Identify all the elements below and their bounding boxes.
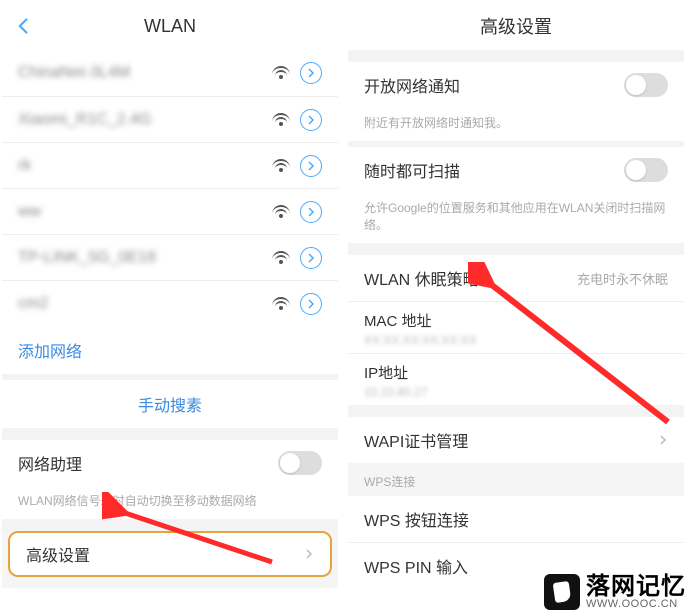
wapi-cert-row[interactable]: WAPI证书管理 [348,417,684,463]
scan-always-title: 随时都可扫描 [364,158,624,182]
wifi-name: TP-LINK_5G_0E18 [18,249,272,267]
watermark-icon [544,574,580,610]
wifi-name: Xiaomi_R1C_2.4G [18,111,272,129]
open-network-title: 开放网络通知 [364,73,624,97]
scan-always-row[interactable]: 随时都可扫描 [348,147,684,193]
wlan-sleep-value: 充电时永不休眠 [577,269,668,288]
wifi-network-0[interactable]: ChinaNet-3L4M [2,50,338,96]
wifi-detail-icon[interactable] [300,293,322,315]
advanced-settings-row[interactable]: 高级设置 [8,531,332,577]
wifi-network-1[interactable]: Xiaomi_R1C_2.4G [2,96,338,142]
wifi-name: ww [18,203,272,221]
open-network-notify-row[interactable]: 开放网络通知 [348,62,684,108]
wifi-network-2[interactable]: rk [2,142,338,188]
advanced-settings-screen: 高级设置 开放网络通知 附近有开放网络时通知我。 随时都可扫描 允许Google… [348,2,684,588]
wifi-detail-icon[interactable] [300,247,322,269]
wifi-network-3[interactable]: ww [2,188,338,234]
page-title-right: 高级设置 [480,13,552,39]
watermark-url: WWW.OOOC.CN [586,599,678,610]
network-assistant-toggle[interactable] [278,451,322,475]
wifi-detail-icon[interactable] [300,201,322,223]
open-network-desc: 附近有开放网络时通知我。 [348,108,684,141]
wps-button-row[interactable]: WPS 按钮连接 [348,496,684,542]
wps-button-label: WPS 按钮连接 [364,507,668,531]
add-network-link[interactable]: 添加网络 [2,326,338,374]
header-left: WLAN [2,2,338,50]
ip-address-title: IP地址 [364,362,408,383]
wapi-label: WAPI证书管理 [364,428,658,452]
wlan-sleep-title: WLAN 休眠策略 [364,266,577,290]
network-assistant-desc: WLAN网络信号差时自动切换至移动数据网络 [2,486,338,519]
wifi-detail-icon[interactable] [300,62,322,84]
wifi-network-4[interactable]: TP-LINK_5G_0E18 [2,234,338,280]
wifi-name: ChinaNet-3L4M [18,64,272,82]
open-network-toggle[interactable] [624,73,668,97]
scan-always-toggle[interactable] [624,158,668,182]
wifi-signal-icon [272,113,290,127]
wifi-list: ChinaNet-3L4M Xiaomi_R1C_2.4G rk ww TP-L [2,50,338,326]
wlan-screen: WLAN ChinaNet-3L4M Xiaomi_R1C_2.4G rk ww [2,2,338,588]
wifi-signal-icon [272,159,290,173]
watermark-text-cn: 落网记忆 [586,575,686,599]
watermark: 落网记忆 WWW.OOOC.CN [544,574,686,610]
wifi-network-5[interactable]: cm2 [2,280,338,326]
wifi-signal-icon [272,205,290,219]
manual-search-label: 手动搜素 [138,392,202,416]
wifi-signal-icon [272,297,290,311]
ip-address-value: 10.10.80.27 [364,385,427,399]
wps-section-label: WPS连接 [348,463,684,496]
wlan-sleep-policy-row[interactable]: WLAN 休眠策略 充电时永不休眠 [348,255,684,301]
wifi-detail-icon[interactable] [300,155,322,177]
wifi-signal-icon [272,66,290,80]
wifi-detail-icon[interactable] [300,109,322,131]
mac-address-value: XX:XX:XX:XX:XX:XX [364,333,477,347]
back-button[interactable] [14,14,38,38]
network-assistant-row[interactable]: 网络助理 [2,440,338,486]
wifi-signal-icon [272,251,290,265]
chevron-right-icon [304,549,314,559]
chevron-right-icon [658,435,668,445]
header-right: 高级设置 [348,2,684,50]
mac-address-title: MAC 地址 [364,310,432,331]
network-assistant-title: 网络助理 [18,451,278,475]
advanced-settings-label: 高级设置 [26,542,304,566]
manual-search-link[interactable]: 手动搜素 [2,380,338,428]
scan-always-desc: 允许Google的位置服务和其他应用在WLAN关闭时扫描网络。 [348,193,684,243]
add-network-label: 添加网络 [18,338,82,362]
page-title-left: WLAN [144,16,196,37]
wifi-name: rk [18,157,272,175]
wifi-name: cm2 [18,295,272,313]
